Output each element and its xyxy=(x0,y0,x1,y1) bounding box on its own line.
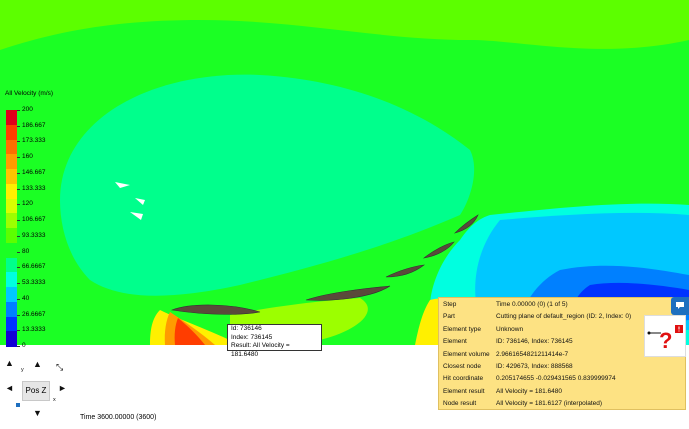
legend-color-segment xyxy=(6,272,17,288)
legend-label: 13.3333 xyxy=(22,326,46,334)
legend-label: 106.667 xyxy=(22,216,46,224)
info-key: Element type xyxy=(443,325,481,333)
legend-color-segment xyxy=(6,242,17,258)
info-row: Hit coordinate 0.205174655 -0.029431565 0… xyxy=(439,372,685,384)
probe-tooltip: Id: 736146 Index: 736145 Result: All Vel… xyxy=(227,324,322,358)
arrow-up-icon[interactable]: ▲ xyxy=(33,360,42,369)
legend-tick xyxy=(17,330,20,332)
legend-color-segment xyxy=(6,228,17,244)
legend-label: 186.667 xyxy=(22,121,46,129)
tooltip-id: Id: 736146 xyxy=(231,325,262,332)
arrow-down-icon[interactable]: ▼ xyxy=(33,409,42,418)
legend-color-segment xyxy=(6,154,17,170)
legend-label: 160 xyxy=(22,153,33,161)
chat-button[interactable] xyxy=(671,297,689,315)
help-panel[interactable]: ? xyxy=(644,315,686,357)
legend-color-bar xyxy=(6,110,17,347)
legend-tick xyxy=(17,220,20,222)
legend-label: 53.3333 xyxy=(22,279,46,287)
info-key: Step xyxy=(443,301,457,308)
info-value: Unknown xyxy=(496,325,524,333)
view-orientation-button[interactable]: Pos Z xyxy=(22,381,50,401)
legend-color-segment xyxy=(6,124,17,140)
legend-tick xyxy=(17,314,20,316)
info-row: Step Time 0.00000 (0) (1 of 5) xyxy=(439,298,685,310)
legend-label: 0 xyxy=(22,342,26,349)
result-viewport[interactable]: All Velocity (m/s) 200 186.667 173.333 160 1… xyxy=(0,0,689,429)
legend-label: 200 xyxy=(22,106,33,113)
info-key: Element xyxy=(443,338,467,346)
help-question-icon: ? xyxy=(647,328,672,353)
info-value: All Velocity = 181.6127 (interpolated) xyxy=(496,400,603,408)
legend-tick xyxy=(17,188,20,190)
legend-label: 173.333 xyxy=(22,137,46,145)
legend-tick xyxy=(17,204,20,206)
legend-label: 146.667 xyxy=(22,168,46,176)
rotate-icon[interactable]: ⤡ xyxy=(56,363,63,372)
legend-color-segment xyxy=(6,301,17,317)
warning-icon xyxy=(675,325,683,333)
legend-tick xyxy=(17,157,20,159)
info-value: ID: 429673, Index: 888568 xyxy=(496,363,573,370)
legend-tick xyxy=(17,267,20,269)
info-value: ID: 736146, Index: 736145 xyxy=(496,338,573,346)
info-row: Closest node ID: 429673, Index: 888568 xyxy=(439,360,685,372)
info-value: 0.205174655 -0.029431565 0.839999974 xyxy=(496,375,616,383)
legend-tick xyxy=(17,235,20,237)
svg-text:?: ? xyxy=(659,328,672,353)
arrow-up-icon[interactable]: ▲ xyxy=(5,359,14,368)
axis-y-label: y xyxy=(21,367,24,373)
legend-label: 26.6667 xyxy=(22,310,46,318)
legend-label: 80 xyxy=(22,247,30,255)
legend-color-segment xyxy=(6,198,17,214)
legend-color-segment xyxy=(6,331,17,347)
chat-icon xyxy=(676,302,684,309)
info-key: Node result xyxy=(443,400,477,408)
legend-tick xyxy=(17,251,20,253)
legend-tick xyxy=(17,298,20,300)
legend-color-segment xyxy=(6,316,17,332)
legend-tick xyxy=(17,283,20,285)
legend-color-segment xyxy=(6,110,17,126)
info-key: Part xyxy=(443,313,455,321)
legend-tick xyxy=(17,110,20,111)
info-value: Time 0.00000 (0) (1 of 5) xyxy=(496,301,568,308)
legend-tick xyxy=(17,172,20,174)
info-value: 2.9661654821211414e-7 xyxy=(496,350,569,358)
info-value: All Velocity = 181.6480 xyxy=(496,387,562,395)
legend-color-segment xyxy=(6,183,17,199)
legend-label: 133.333 xyxy=(22,184,46,192)
velocity-contour-field[interactable] xyxy=(0,0,689,345)
tooltip-index: Index: 736145 xyxy=(231,333,273,341)
legend-label: 120 xyxy=(22,200,33,208)
info-row: Node result All Velocity = 181.6127 (inte… xyxy=(439,397,685,409)
legend-title: All Velocity (m/s) xyxy=(5,90,54,97)
info-key: Closest node xyxy=(443,363,481,370)
axis-origin-icon xyxy=(16,403,20,407)
tooltip-result: Result: All Velocity = 181.6480 xyxy=(231,342,290,358)
legend-tick xyxy=(17,125,20,127)
info-key: Element result xyxy=(443,387,485,395)
legend-color-segment xyxy=(6,139,17,155)
axis-x-label: x xyxy=(53,397,56,403)
legend-color-segment xyxy=(6,213,17,229)
info-value: Cutting plane of default_region (ID: 2, … xyxy=(496,313,632,321)
legend-tick xyxy=(17,141,20,143)
arrow-left-icon[interactable]: ◄ xyxy=(5,384,14,393)
info-key: Hit coordinate xyxy=(443,375,484,383)
legend-color-segment xyxy=(6,287,17,303)
legend-label: 66.6667 xyxy=(22,263,46,271)
arrow-right-icon[interactable]: ► xyxy=(58,384,67,393)
info-key: Element volume xyxy=(443,350,490,358)
info-row: Element result All Velocity = 181.6480 xyxy=(439,385,685,397)
legend-label: 40 xyxy=(22,294,30,302)
legend-color-segment xyxy=(6,257,17,273)
legend-color-segment xyxy=(6,169,17,185)
time-label: Time 3600.00000 (3600) xyxy=(80,414,157,421)
legend-label: 93.3333 xyxy=(22,231,46,239)
legend-tick xyxy=(17,346,20,347)
